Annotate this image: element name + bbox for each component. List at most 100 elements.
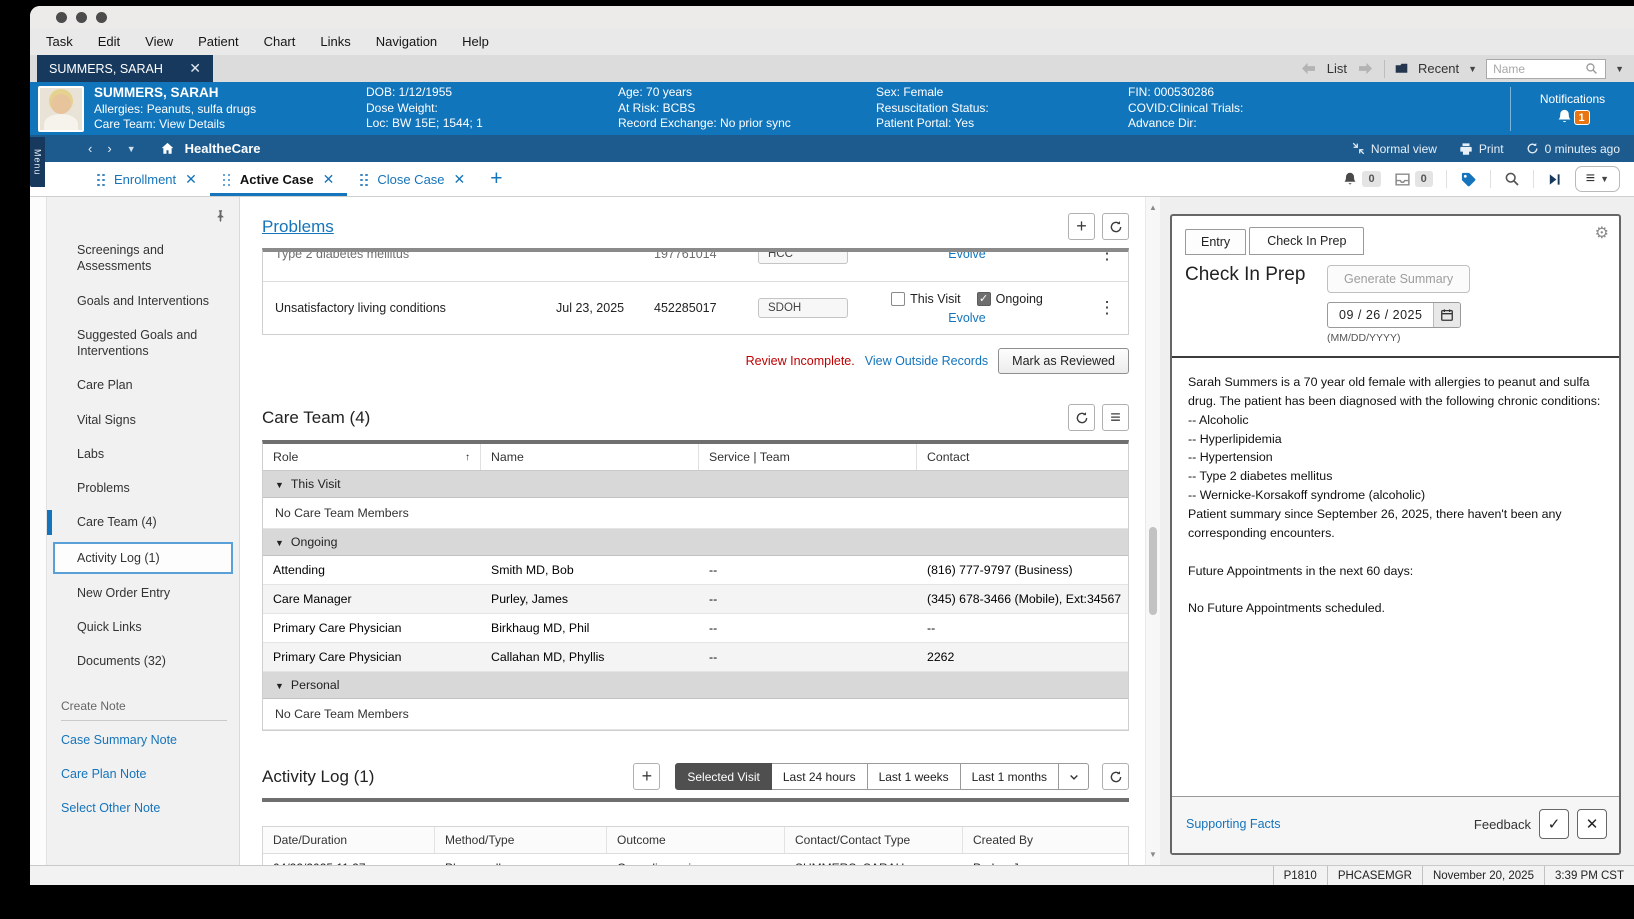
patient-tab[interactable]: SUMMERS, SARAH ✕ bbox=[37, 55, 213, 82]
menu-side-tab[interactable]: Menu bbox=[30, 137, 45, 187]
supporting-facts-link[interactable]: Supporting Facts bbox=[1186, 817, 1281, 831]
search-icon[interactable] bbox=[1585, 62, 1598, 75]
menu-item-chart[interactable]: Chart bbox=[264, 34, 296, 49]
sidebar-item-activity-log-1[interactable]: Activity Log (1) bbox=[53, 542, 233, 574]
refresh-button[interactable]: 0 minutes ago bbox=[1526, 142, 1620, 156]
page-menu-button[interactable]: ≡▼ bbox=[1575, 166, 1620, 192]
sidebar-item-problems[interactable]: Problems bbox=[47, 471, 239, 505]
feedback-negative-button[interactable]: ✕ bbox=[1577, 809, 1607, 839]
column-header-contact-type[interactable]: Contact/Contact Type bbox=[785, 827, 963, 853]
close-icon[interactable]: ✕ bbox=[187, 60, 203, 77]
calendar-icon[interactable] bbox=[1433, 303, 1460, 327]
sidebar-item-quick-links[interactable]: Quick Links bbox=[47, 610, 239, 644]
nav-back-icon[interactable]: ‹ bbox=[88, 141, 92, 156]
care-team-row[interactable]: Care ManagerPurley, James--(345) 678-346… bbox=[263, 585, 1128, 614]
filter-dropdown-button[interactable] bbox=[1059, 763, 1089, 790]
alerts-indicator[interactable]: 0 bbox=[1342, 171, 1380, 187]
tab-entry[interactable]: Entry bbox=[1185, 229, 1246, 255]
close-icon[interactable]: ✕ bbox=[323, 171, 335, 188]
tab-check-in-prep[interactable]: Check In Prep bbox=[1249, 227, 1364, 255]
drag-handle-icon[interactable] bbox=[223, 173, 231, 186]
group-header-personal[interactable]: ▼Personal bbox=[263, 672, 1128, 699]
filter-last-1-months[interactable]: Last 1 months bbox=[961, 763, 1059, 790]
sidebar-item-screenings-and-assessments[interactable]: Screenings and Assessments bbox=[47, 233, 239, 284]
column-header-date-duration[interactable]: Date/Duration bbox=[263, 827, 435, 853]
tab-active-case[interactable]: Active Case✕ bbox=[210, 162, 347, 196]
column-header-created-by[interactable]: Created By bbox=[963, 827, 1128, 853]
refresh-care-team-button[interactable] bbox=[1068, 404, 1095, 431]
problems-title-link[interactable]: Problems bbox=[262, 217, 334, 237]
problem-row-clipped[interactable]: Type 2 diabetes mellitus 197761014 HCC E… bbox=[263, 252, 1128, 282]
window-control-dot[interactable] bbox=[76, 12, 87, 23]
menu-item-view[interactable]: View bbox=[145, 34, 173, 49]
note-link-case-summary-note[interactable]: Case Summary Note bbox=[47, 723, 239, 757]
prep-date-field[interactable]: 09 / 26 / 2025 bbox=[1327, 302, 1461, 328]
group-header-ongoing[interactable]: ▼Ongoing bbox=[263, 529, 1128, 556]
sidebar-item-care-team-4[interactable]: Care Team (4) bbox=[47, 505, 239, 539]
normal-view-button[interactable]: Normal view bbox=[1352, 142, 1437, 156]
filter-selected-visit[interactable]: Selected Visit bbox=[675, 763, 772, 790]
list-forward-icon[interactable] bbox=[1356, 62, 1375, 75]
tab-enrollment[interactable]: Enrollment✕ bbox=[84, 162, 210, 196]
care-team-row[interactable]: AttendingSmith MD, Bob--(816) 777-9797 (… bbox=[263, 556, 1128, 585]
care-team-view-details[interactable]: Care Team: View Details bbox=[94, 117, 366, 133]
problem-row[interactable]: Unsatisfactory living conditions Jul 23,… bbox=[263, 282, 1128, 334]
sidebar-item-goals-and-interventions[interactable]: Goals and Interventions bbox=[47, 284, 239, 318]
evolve-link[interactable]: Evolve bbox=[948, 252, 986, 261]
care-team-row[interactable]: Primary Care PhysicianBirkhaug MD, Phil-… bbox=[263, 614, 1128, 643]
patient-photo[interactable] bbox=[38, 86, 84, 132]
filter-last-24-hours[interactable]: Last 24 hours bbox=[772, 763, 868, 790]
column-header-outcome[interactable]: Outcome bbox=[607, 827, 785, 853]
sidebar-item-care-plan[interactable]: Care Plan bbox=[47, 368, 239, 402]
recent-label[interactable]: Recent bbox=[1418, 61, 1459, 76]
close-icon[interactable]: ✕ bbox=[185, 171, 197, 188]
prep-date-value[interactable]: 09 / 26 / 2025 bbox=[1328, 303, 1433, 327]
activity-row[interactable]: 04/22/2025 11:27 (25 min) Phone call (Ou… bbox=[263, 854, 1128, 865]
gear-icon[interactable]: ⚙ bbox=[1595, 223, 1609, 243]
ongoing-checkbox[interactable]: ✓Ongoing bbox=[977, 292, 1043, 306]
view-outside-records-link[interactable]: View Outside Records bbox=[865, 354, 988, 368]
print-button[interactable]: Print bbox=[1459, 142, 1504, 156]
column-header-method-type[interactable]: Method/Type bbox=[435, 827, 607, 853]
generate-summary-button[interactable]: Generate Summary bbox=[1327, 265, 1470, 293]
column-header-name[interactable]: Name bbox=[481, 444, 699, 470]
menu-item-links[interactable]: Links bbox=[320, 34, 350, 49]
chevron-down-icon[interactable]: ▼ bbox=[1468, 64, 1477, 74]
list-back-icon[interactable] bbox=[1299, 62, 1318, 75]
kebab-menu-icon[interactable]: ⋮ bbox=[1086, 298, 1128, 318]
notifications-area[interactable]: Notifications 1 bbox=[1510, 87, 1634, 131]
this-visit-checkbox[interactable]: This Visit bbox=[891, 292, 960, 306]
pin-icon[interactable] bbox=[214, 209, 227, 222]
skip-to-panel-icon[interactable] bbox=[1547, 172, 1562, 187]
menu-item-patient[interactable]: Patient bbox=[198, 34, 238, 49]
menu-item-edit[interactable]: Edit bbox=[98, 34, 120, 49]
tag-icon[interactable] bbox=[1460, 171, 1477, 188]
sidebar-item-labs[interactable]: Labs bbox=[47, 437, 239, 471]
mark-as-reviewed-button[interactable]: Mark as Reviewed bbox=[998, 348, 1129, 374]
note-link-care-plan-note[interactable]: Care Plan Note bbox=[47, 757, 239, 791]
nav-forward-icon[interactable]: › bbox=[107, 141, 111, 156]
drag-handle-icon[interactable] bbox=[360, 173, 368, 186]
menu-item-help[interactable]: Help bbox=[462, 34, 489, 49]
tab-close-case[interactable]: Close Case✕ bbox=[347, 162, 478, 196]
care-team-row[interactable]: Primary Care PhysicianCallahan MD, Phyll… bbox=[263, 643, 1128, 672]
patient-search-input[interactable] bbox=[1493, 62, 1585, 76]
new-tab-button[interactable]: + bbox=[478, 162, 514, 196]
menu-item-navigation[interactable]: Navigation bbox=[376, 34, 437, 49]
care-team-menu-button[interactable]: ≡ bbox=[1102, 404, 1129, 431]
inbox-indicator[interactable]: 0 bbox=[1394, 171, 1433, 188]
chevron-down-icon[interactable]: ▼ bbox=[1615, 64, 1624, 74]
column-header-service-team[interactable]: Service | Team bbox=[699, 444, 917, 470]
bell-icon[interactable] bbox=[1556, 108, 1573, 125]
refresh-activity-button[interactable] bbox=[1102, 763, 1129, 790]
window-control-dot[interactable] bbox=[56, 12, 67, 23]
close-icon[interactable]: ✕ bbox=[454, 171, 466, 188]
column-header-contact[interactable]: Contact bbox=[917, 444, 1128, 470]
note-link-select-other-note[interactable]: Select Other Note bbox=[47, 791, 239, 825]
home-icon[interactable] bbox=[160, 141, 175, 156]
add-activity-button[interactable]: + bbox=[633, 763, 660, 790]
nav-history-chevron-icon[interactable]: ▼ bbox=[127, 144, 136, 154]
menu-item-task[interactable]: Task bbox=[46, 34, 73, 49]
scroll-down-icon[interactable]: ▼ bbox=[1146, 850, 1160, 859]
add-problem-button[interactable]: + bbox=[1068, 213, 1095, 240]
